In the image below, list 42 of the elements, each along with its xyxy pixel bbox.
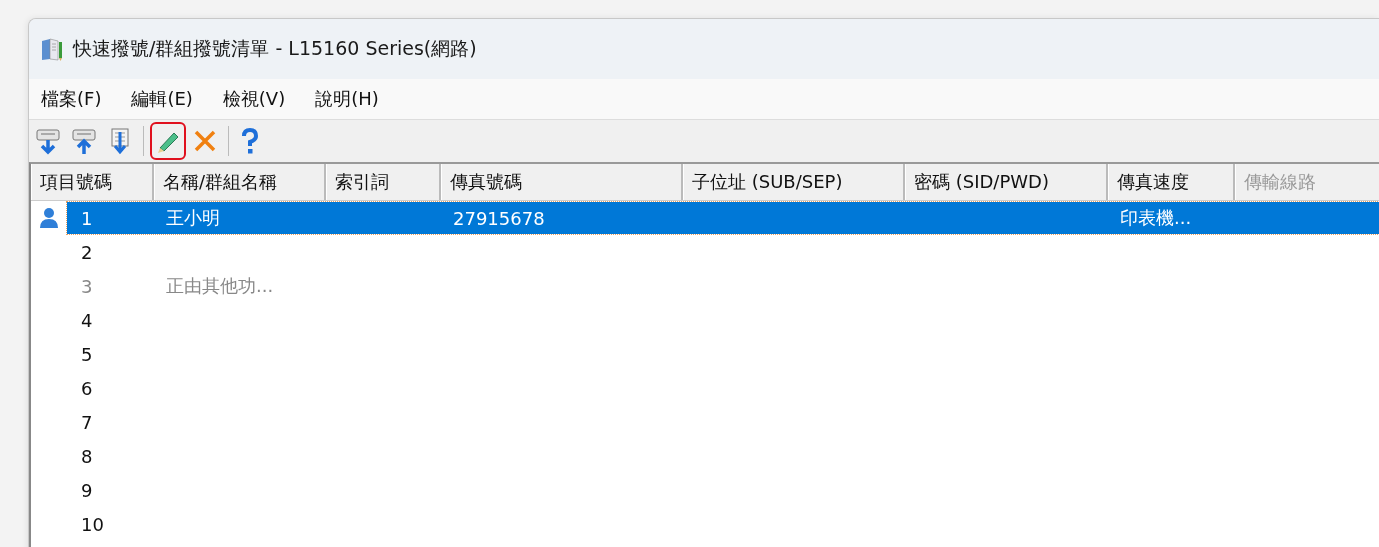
book-icon xyxy=(39,36,65,62)
table-cell: 3 xyxy=(81,275,93,297)
column-header[interactable]: 傳真號碼 xyxy=(441,164,683,200)
table-cell: 8 xyxy=(81,445,93,467)
list-row[interactable]: 4 xyxy=(67,304,1379,336)
table-cell: 4 xyxy=(81,309,93,331)
table-cell: 2 xyxy=(81,241,93,263)
person-icon xyxy=(39,207,59,229)
window-title: 快速撥號/群組撥號清單 - L15160 Series(網路) xyxy=(73,36,477,61)
table-cell: 1 xyxy=(81,207,93,229)
table-cell: 正由其他功... xyxy=(166,275,274,296)
list-row[interactable]: 8 xyxy=(67,440,1379,472)
printer-up-arrow-icon xyxy=(71,127,97,155)
table-cell: 7 xyxy=(81,411,93,433)
menu-item[interactable]: 檔案(F) xyxy=(35,85,108,113)
table-cell: 9 xyxy=(81,479,93,501)
column-header[interactable]: 名稱/群組名稱 xyxy=(154,164,326,200)
column-header[interactable]: 密碼 (SID/PWD) xyxy=(905,164,1108,200)
list-row[interactable]: 10 xyxy=(67,508,1379,540)
list-row[interactable]: 1 王小明 27915678 印表機... xyxy=(67,202,1379,234)
table-cell: 5 xyxy=(81,343,93,365)
column-header[interactable]: 傳真速度 xyxy=(1108,164,1235,200)
menu-item[interactable]: 編輯(E) xyxy=(125,85,199,113)
list-row[interactable]: 2 xyxy=(67,236,1379,268)
table-cell: 6 xyxy=(81,377,93,399)
printer-down-arrow-icon xyxy=(35,127,61,155)
edit-button[interactable] xyxy=(150,122,186,160)
table-cell: 印表機... xyxy=(1120,207,1192,228)
list-row[interactable]: 5 xyxy=(67,338,1379,370)
list-row[interactable]: 6 xyxy=(67,372,1379,404)
column-header[interactable]: 子位址 (SUB/SEP) xyxy=(683,164,905,200)
delete-icon xyxy=(192,128,218,154)
menu-item[interactable]: 說明(H) xyxy=(309,85,385,113)
column-header[interactable]: 索引詞 xyxy=(326,164,441,200)
table-cell: 王小明 xyxy=(166,207,220,228)
table-cell: 10 xyxy=(81,513,104,535)
menu-item[interactable]: 檢視(V) xyxy=(216,85,292,113)
list-row[interactable]: 9 xyxy=(67,474,1379,506)
list-row[interactable]: 7 xyxy=(67,406,1379,438)
help-icon xyxy=(239,127,261,155)
column-header[interactable]: 項目號碼 xyxy=(31,164,154,200)
table-cell: 27915678 xyxy=(453,207,545,229)
